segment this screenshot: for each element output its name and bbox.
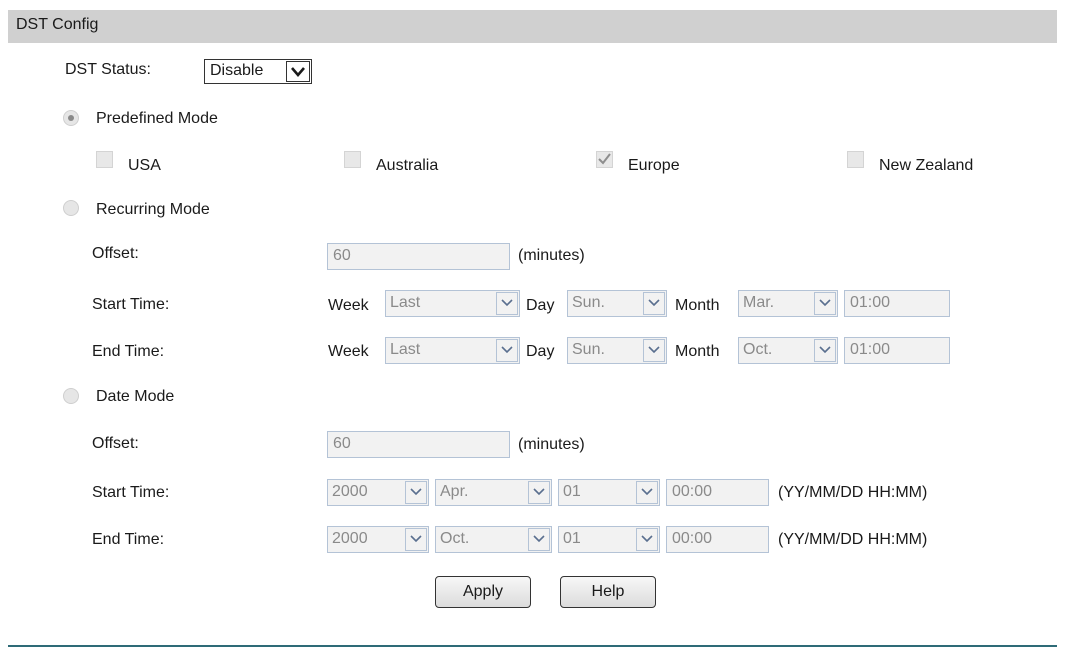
recurring-offset-value: 60: [333, 247, 351, 264]
recurring-start-week-value: Last: [390, 294, 421, 311]
chevron-down-icon: [528, 528, 550, 551]
recurring-start-day-value: Sun.: [572, 294, 605, 311]
date-end-day-value: 01: [563, 530, 581, 547]
new-zealand-label: New Zealand: [879, 157, 974, 174]
recurring-start-day-label: Day: [526, 297, 555, 314]
recurring-end-week-select[interactable]: Last: [385, 337, 520, 364]
date-end-month-select[interactable]: Oct.: [435, 526, 552, 553]
date-start-year-select[interactable]: 2000: [327, 479, 429, 506]
predefined-mode-label: Predefined Mode: [96, 110, 218, 127]
date-start-month-select[interactable]: Apr.: [435, 479, 552, 506]
check-icon: [598, 153, 611, 165]
chevron-down-icon: [643, 339, 665, 362]
recurring-start-time-input[interactable]: 01:00: [844, 290, 950, 317]
date-offset-value: 60: [333, 435, 351, 452]
dst-status-value: Disable: [210, 62, 264, 79]
recurring-start-month-label: Month: [675, 297, 720, 314]
date-end-month-value: Oct.: [440, 530, 470, 547]
chevron-down-icon: [528, 481, 550, 504]
recurring-start-time-value: 01:00: [850, 294, 891, 311]
date-start-time-value: 00:00: [672, 483, 713, 500]
chevron-down-icon: [643, 292, 665, 315]
recurring-end-month-select[interactable]: Oct.: [738, 337, 838, 364]
recurring-mode-label: Recurring Mode: [96, 201, 210, 218]
recurring-end-day-value: Sun.: [572, 341, 605, 358]
dst-status-select[interactable]: Disable: [204, 59, 312, 84]
apply-button[interactable]: Apply: [435, 576, 531, 608]
recurring-start-week-label: Week: [328, 297, 369, 314]
date-start-year-value: 2000: [332, 483, 368, 500]
date-end-label: End Time:: [92, 531, 165, 548]
bottom-divider: [8, 645, 1057, 647]
recurring-end-time-value: 01:00: [850, 341, 891, 358]
recurring-start-week-select[interactable]: Last: [385, 290, 520, 317]
recurring-start-month-value: Mar.: [743, 294, 775, 311]
chevron-down-icon: [496, 292, 518, 315]
chevron-down-icon: [405, 528, 427, 551]
date-end-year-value: 2000: [332, 530, 368, 547]
new-zealand-checkbox[interactable]: [847, 151, 864, 168]
date-start-format-hint: (YY/MM/DD HH:MM): [778, 484, 928, 501]
australia-label: Australia: [376, 157, 439, 174]
help-button[interactable]: Help: [560, 576, 656, 608]
date-end-time-value: 00:00: [672, 530, 713, 547]
date-start-label: Start Time:: [92, 484, 170, 501]
dst-status-label: DST Status:: [65, 61, 151, 78]
recurring-end-week-value: Last: [390, 341, 421, 358]
recurring-offset-unit: (minutes): [518, 247, 585, 264]
recurring-start-month-select[interactable]: Mar.: [738, 290, 838, 317]
date-end-time-input[interactable]: 00:00: [666, 526, 769, 553]
chevron-down-icon: [636, 528, 658, 551]
recurring-end-label: End Time:: [92, 343, 165, 360]
date-offset-label: Offset:: [92, 435, 139, 452]
date-offset-unit: (minutes): [518, 436, 585, 453]
section-title: DST Config: [16, 16, 99, 33]
date-mode-label: Date Mode: [96, 388, 175, 405]
date-start-month-value: Apr.: [440, 483, 469, 500]
usa-checkbox[interactable]: [96, 151, 113, 168]
recurring-mode-radio[interactable]: [63, 200, 79, 216]
date-end-format-hint: (YY/MM/DD HH:MM): [778, 531, 928, 548]
recurring-end-month-label: Month: [675, 343, 720, 360]
recurring-end-week-label: Week: [328, 343, 369, 360]
date-mode-radio[interactable]: [63, 388, 79, 404]
europe-checkbox[interactable]: [596, 151, 613, 168]
chevron-down-icon: [286, 61, 310, 82]
date-end-year-select[interactable]: 2000: [327, 526, 429, 553]
section-header-bar: [8, 10, 1057, 43]
date-offset-input[interactable]: 60: [327, 431, 510, 458]
chevron-down-icon: [405, 481, 427, 504]
date-start-day-select[interactable]: 01: [558, 479, 660, 506]
recurring-offset-input[interactable]: 60: [327, 243, 510, 270]
recurring-start-label: Start Time:: [92, 296, 170, 313]
chevron-down-icon: [636, 481, 658, 504]
recurring-end-time-input[interactable]: 01:00: [844, 337, 950, 364]
date-start-time-input[interactable]: 00:00: [666, 479, 769, 506]
usa-label: USA: [128, 157, 161, 174]
recurring-end-day-label: Day: [526, 343, 555, 360]
recurring-end-month-value: Oct.: [743, 341, 773, 358]
chevron-down-icon: [496, 339, 518, 362]
australia-checkbox[interactable]: [344, 151, 361, 168]
recurring-offset-label: Offset:: [92, 245, 139, 262]
date-end-day-select[interactable]: 01: [558, 526, 660, 553]
chevron-down-icon: [814, 339, 836, 362]
chevron-down-icon: [814, 292, 836, 315]
date-start-day-value: 01: [563, 483, 581, 500]
recurring-start-day-select[interactable]: Sun.: [567, 290, 667, 317]
predefined-mode-radio[interactable]: [63, 110, 79, 126]
recurring-end-day-select[interactable]: Sun.: [567, 337, 667, 364]
europe-label: Europe: [628, 157, 680, 174]
